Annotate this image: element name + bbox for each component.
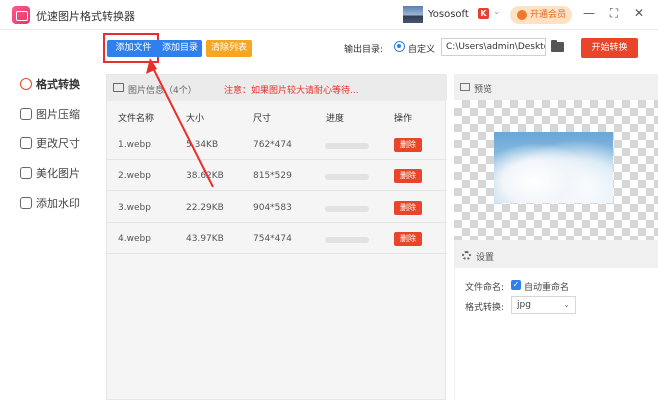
compress-icon (20, 108, 32, 120)
table-row[interactable]: 4.webp 43.97KB 754*474 删除 (107, 224, 447, 254)
file-size: 22.29KB (186, 203, 224, 213)
delete-button[interactable]: 删除 (394, 201, 422, 215)
sidebar-item-watermark[interactable]: 添加水印 (20, 195, 80, 211)
file-size: 43.97KB (186, 234, 224, 244)
progress-bar (325, 174, 369, 180)
delete-button[interactable]: 删除 (394, 169, 422, 183)
file-list-panel: 图片信息（4个） 注意：如果图片较大请耐心等待... 文件名称 大小 尺寸 进度… (106, 74, 447, 400)
preview-title: 预览 (474, 85, 493, 95)
large-file-warning: 注意：如果图片较大请耐心等待... (224, 86, 359, 96)
sidebar-item-label: 添加水印 (36, 197, 80, 210)
sidebar-item-label: 美化图片 (36, 167, 80, 180)
progress-bar (325, 143, 369, 149)
custom-dir-radio[interactable] (394, 41, 405, 52)
close-button[interactable]: ✕ (631, 6, 647, 20)
preview-image (494, 132, 613, 203)
convert-icon (20, 78, 32, 90)
rename-label: 文件命名: (465, 283, 505, 293)
vip-badge-icon: K (478, 8, 489, 19)
crown-icon (517, 10, 527, 20)
file-dims: 762*474 (253, 140, 292, 150)
app-title: 优速图片格式转换器 (36, 10, 135, 23)
settings-title: 设置 (476, 253, 495, 263)
output-path-input[interactable]: C:\Users\admin\Deskto (441, 38, 546, 56)
file-name: 1.webp (118, 140, 151, 150)
file-name: 4.webp (118, 234, 151, 244)
custom-dir-label[interactable]: 自定义 (408, 42, 435, 55)
sidebar-item-label: 更改尺寸 (36, 137, 80, 150)
sidebar-item-format-convert[interactable]: 格式转换 (20, 76, 80, 92)
title-bar: 优速图片格式转换器 Yososoft K ⌄ 开通会员 — ⛶ ✕ (0, 0, 658, 30)
sidebar-item-compress[interactable]: 图片压缩 (20, 106, 80, 122)
preview-panel: 预览 (454, 74, 658, 242)
folder-icon[interactable] (551, 40, 564, 52)
chevron-down-icon[interactable]: ⌄ (493, 7, 501, 17)
delete-button[interactable]: 删除 (394, 138, 422, 152)
file-list-header: 图片信息（4个） 注意：如果图片较大请耐心等待... (107, 75, 447, 101)
sidebar-item-beautify[interactable]: 美化图片 (20, 165, 80, 181)
format-value: jpg (517, 300, 531, 310)
toolbar: 添加文件 添加目录 清除列表 输出目录: 自定义 C:\Users\admin\… (100, 30, 658, 66)
gear-icon (462, 251, 471, 260)
start-convert-button[interactable]: 开始转换 (581, 38, 638, 58)
column-header-dims: 尺寸 (253, 114, 272, 124)
add-directory-button[interactable]: 添加目录 (158, 40, 202, 57)
clear-list-button[interactable]: 清除列表 (206, 40, 252, 57)
auto-rename-checkbox[interactable]: ✓ (511, 280, 521, 290)
vip-label: 开通会员 (530, 10, 567, 20)
preview-header: 预览 (454, 74, 658, 100)
column-header-size: 大小 (186, 114, 205, 124)
resize-icon (20, 137, 32, 149)
chevron-down-icon: ⌄ (563, 300, 570, 309)
output-dir-label: 输出目录: (344, 45, 384, 55)
avatar[interactable] (403, 6, 423, 23)
column-header-progress: 进度 (326, 114, 345, 124)
table-row[interactable]: 2.webp 38.62KB 815*529 删除 (107, 161, 447, 191)
app-logo-icon (12, 6, 30, 24)
file-dims: 904*583 (253, 203, 292, 213)
file-dims: 815*529 (253, 171, 292, 181)
progress-bar (325, 237, 369, 243)
settings-panel: 设置 文件命名: ✓ 自动重命名 格式转换: jpg ⌄ (454, 242, 658, 400)
format-select[interactable]: jpg ⌄ (511, 296, 576, 314)
settings-header: 设置 (455, 242, 658, 268)
file-size: 38.62KB (186, 171, 224, 181)
table-row[interactable]: 3.webp 22.29KB 904*583 删除 (107, 193, 447, 223)
beautify-icon (20, 167, 32, 179)
watermark-icon (20, 197, 32, 209)
file-size: 5.34KB (186, 140, 219, 150)
vip-button[interactable]: 开通会员 (510, 6, 572, 24)
user-name[interactable]: Yososoft (428, 9, 469, 20)
file-dims: 754*474 (253, 234, 292, 244)
column-header-name: 文件名称 (118, 114, 155, 124)
preview-canvas (454, 100, 658, 240)
table-row[interactable]: 1.webp 5.34KB 762*474 删除 (107, 130, 447, 160)
preview-icon (460, 83, 470, 91)
column-header-action: 操作 (394, 114, 413, 124)
image-icon (113, 83, 124, 92)
format-label: 格式转换: (465, 303, 505, 313)
minimize-button[interactable]: — (581, 6, 597, 20)
file-name: 3.webp (118, 203, 151, 213)
sidebar: 格式转换 图片压缩 更改尺寸 美化图片 添加水印 (0, 66, 100, 400)
delete-button[interactable]: 删除 (394, 232, 422, 246)
auto-rename-label[interactable]: 自动重命名 (524, 280, 569, 293)
add-file-button[interactable]: 添加文件 (107, 40, 160, 57)
sidebar-item-resize[interactable]: 更改尺寸 (20, 135, 80, 151)
progress-bar (325, 206, 369, 212)
maximize-button[interactable]: ⛶ (606, 6, 622, 21)
file-count-title: 图片信息（4个） (128, 86, 197, 96)
file-name: 2.webp (118, 171, 151, 181)
sidebar-item-label: 格式转换 (36, 78, 80, 91)
sidebar-item-label: 图片压缩 (36, 108, 80, 121)
